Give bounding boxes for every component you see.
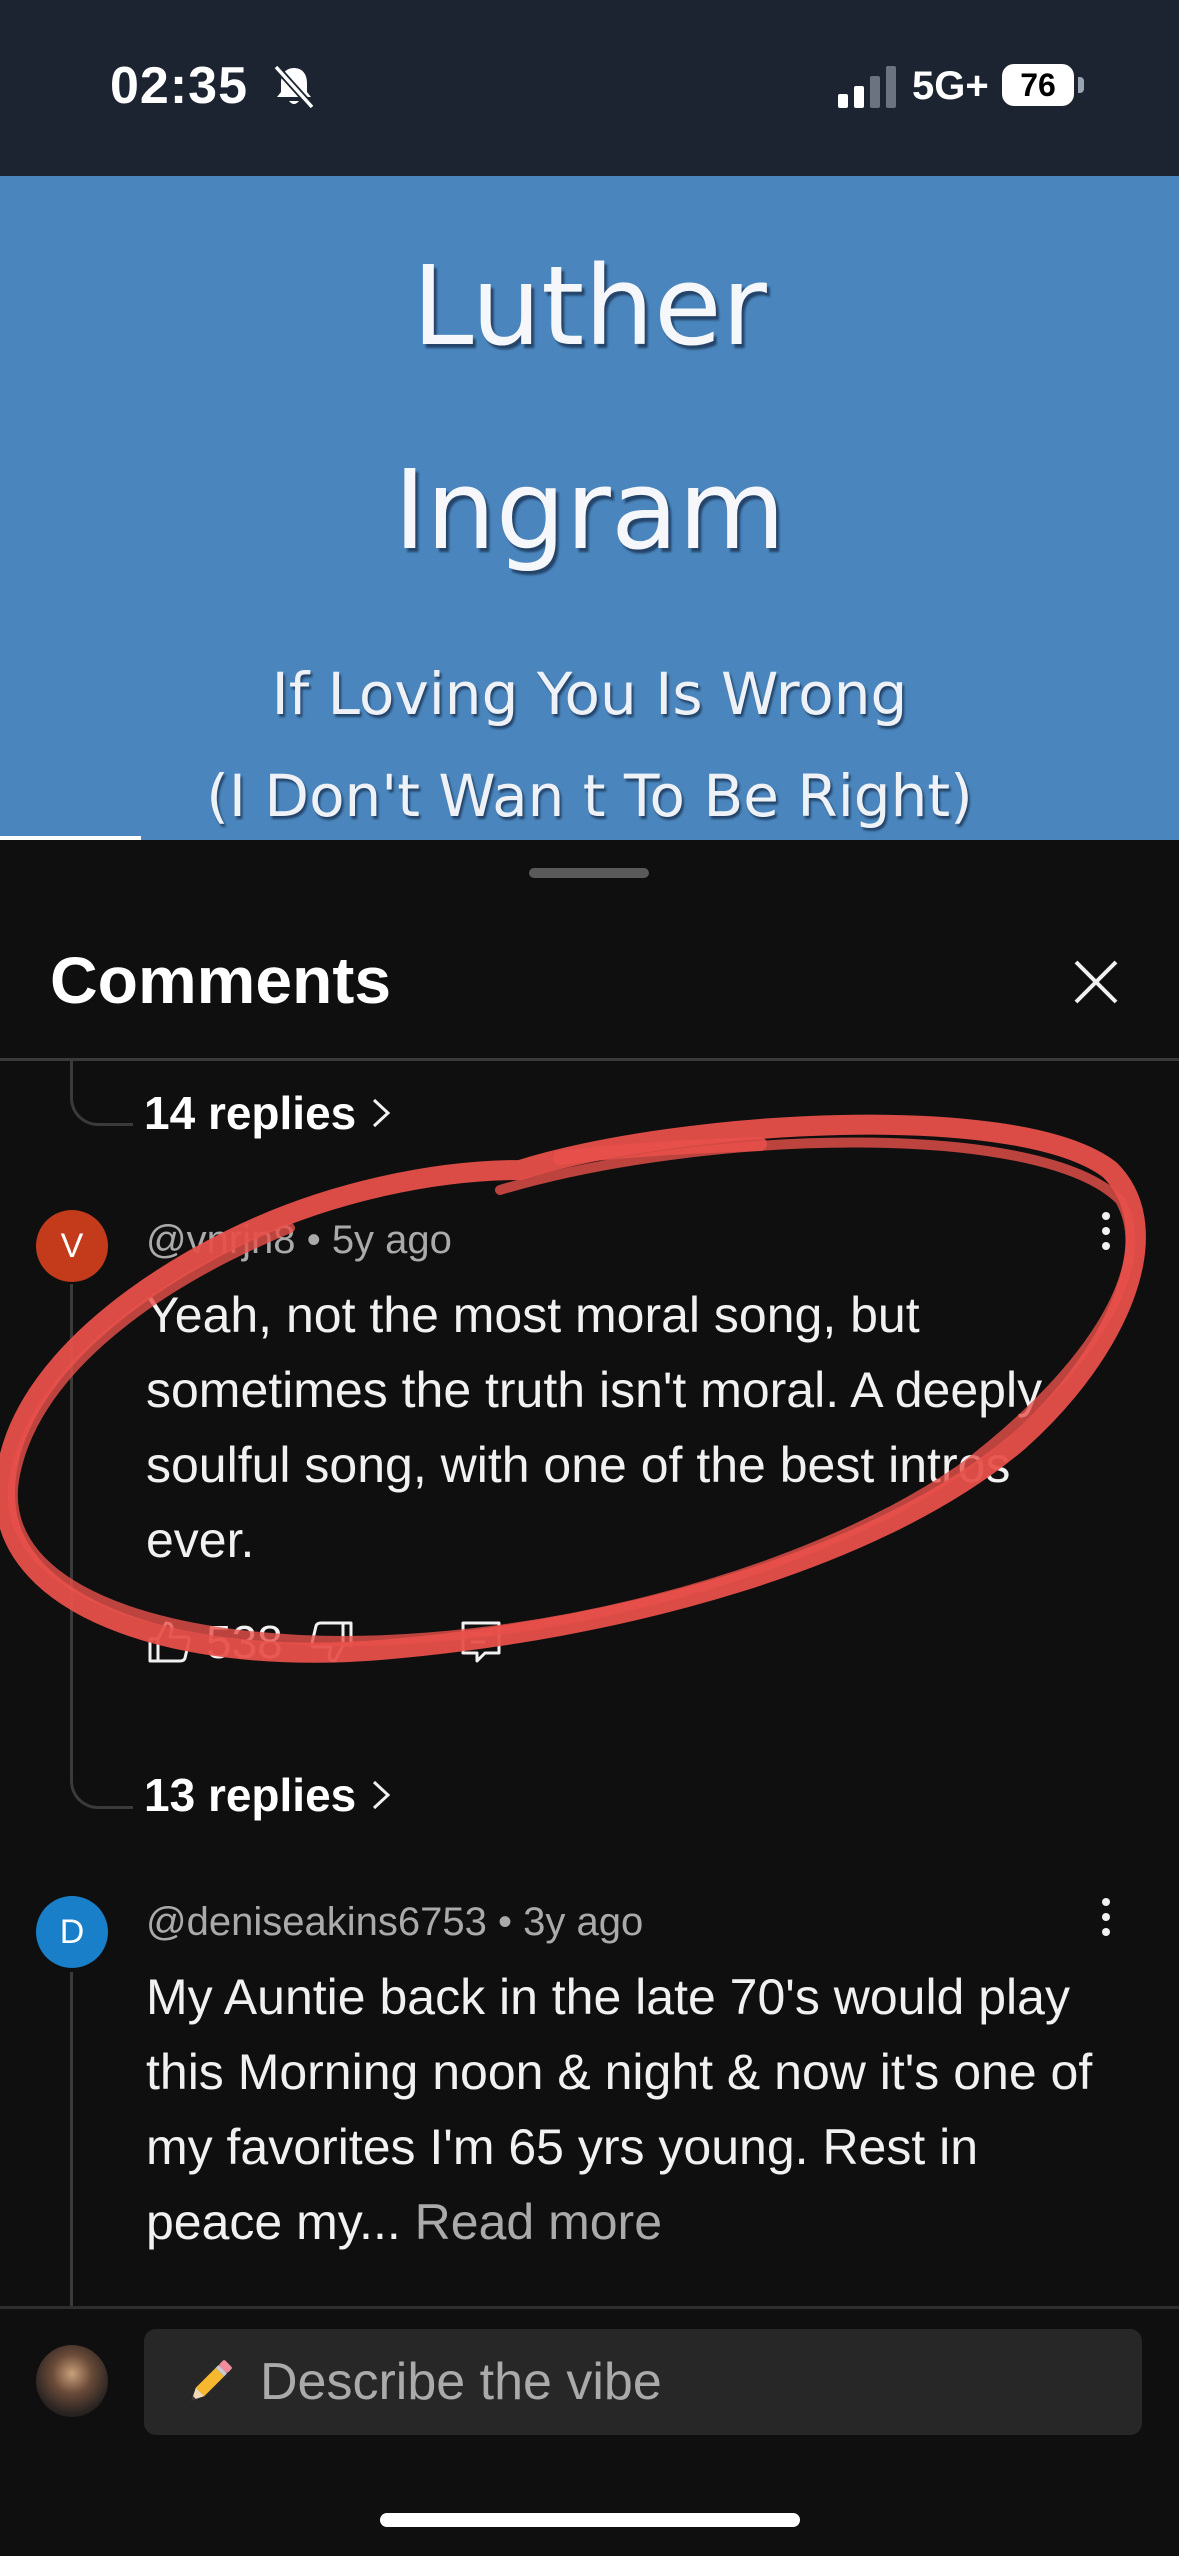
comments-sheet: Comments 14 replies V @vnrjn8 • 5y ago Y… — [0, 842, 1179, 2556]
comment-age: 3y ago — [523, 1900, 644, 1944]
thread-line — [70, 1284, 73, 1614]
replies-link[interactable]: 13 replies — [144, 1768, 392, 1822]
video-artist-line-2: Ingram — [393, 446, 786, 574]
read-more-link[interactable]: Read more — [415, 2194, 662, 2250]
replies-label: 14 replies — [144, 1087, 357, 1139]
chevron-right-icon — [373, 1780, 391, 1810]
comment-actions: 538 — [146, 1612, 503, 1672]
comment-text: My Auntie back in the late 70's would pl… — [146, 1960, 1096, 2260]
status-time: 02:35 — [110, 57, 248, 115]
meta-separator: • — [497, 1900, 524, 1944]
battery-level: 76 — [1002, 64, 1074, 106]
avatar[interactable]: D — [36, 1896, 108, 1968]
status-bar: 02:35 5G+ 76 — [0, 0, 1179, 176]
video-song-line-1: If Loving You Is Wrong — [271, 660, 908, 728]
video-player[interactable]: Luther Ingram If Loving You Is Wrong (I … — [0, 176, 1179, 840]
more-options-icon[interactable] — [1096, 1892, 1116, 1942]
pencil-icon — [191, 2360, 232, 2401]
thumbs-down-icon[interactable] — [309, 1619, 355, 1665]
bell-slash-icon — [273, 64, 315, 110]
thread-line — [70, 1972, 73, 2308]
avatar[interactable]: V — [36, 1210, 108, 1282]
network-type: 5G+ — [912, 64, 989, 108]
comment-age: 5y ago — [331, 1218, 452, 1262]
comments-title: Comments — [50, 943, 392, 1017]
comment-input[interactable]: Describe the vibe — [144, 2329, 1142, 2435]
home-indicator[interactable] — [380, 2513, 800, 2527]
replies-label: 13 replies — [144, 1769, 357, 1821]
battery-icon: 76 — [1002, 64, 1084, 106]
header-divider — [0, 1058, 1179, 1061]
comment-meta: @deniseakins6753 • 3y ago — [146, 1900, 643, 1945]
battery-tip — [1078, 77, 1084, 93]
thread-connector — [70, 1612, 133, 1809]
comment-text: Yeah, not the most moral song, but somet… — [146, 1287, 1043, 1568]
cellular-signal-icon — [838, 66, 896, 108]
video-progress-bar[interactable] — [0, 836, 142, 840]
replies-link-previous[interactable]: 14 replies — [144, 1086, 392, 1140]
reply-icon[interactable] — [459, 1619, 503, 1665]
close-icon[interactable] — [1066, 952, 1126, 1012]
like-count: 538 — [206, 1616, 283, 1668]
video-artist-line-1: Luther — [412, 242, 767, 370]
more-options-icon[interactable] — [1096, 1206, 1116, 1256]
meta-separator: • — [306, 1218, 332, 1262]
chevron-right-icon — [373, 1098, 391, 1128]
user-avatar[interactable] — [36, 2345, 108, 2417]
input-placeholder: Describe the vibe — [260, 2353, 662, 2411]
video-song-line-2: (I Don't Wan t To Be Right) — [206, 762, 973, 830]
comment-author[interactable]: @deniseakins6753 — [146, 1900, 487, 1944]
comment-meta: @vnrjn8 • 5y ago — [146, 1218, 452, 1263]
thumbs-up-icon[interactable] — [146, 1619, 192, 1665]
thread-connector — [70, 1061, 133, 1126]
sheet-drag-handle[interactable] — [529, 868, 649, 878]
comment-author[interactable]: @vnrjn8 — [146, 1218, 296, 1262]
